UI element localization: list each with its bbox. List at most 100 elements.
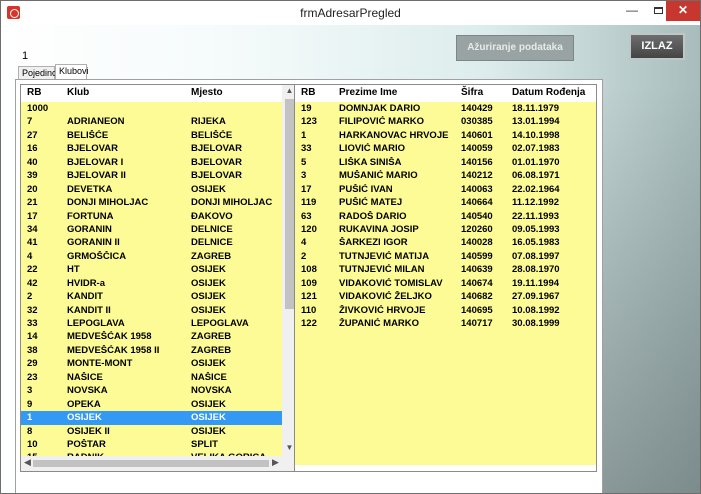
tab-pojedinci[interactable]: Pojedinci <box>18 66 59 79</box>
column-header-prezime-ime[interactable]: Prezime Ime <box>339 87 397 98</box>
table-row[interactable]: 1000 <box>21 102 296 116</box>
cell-klub: MONTE-MONT <box>67 358 133 370</box>
cell-mjesto: DONJI MIHOLJAC <box>191 197 273 209</box>
column-header-mjesto[interactable]: Mjesto <box>191 87 223 98</box>
table-row[interactable]: 8 OSIJEK II OSIJEK <box>21 424 296 438</box>
table-row[interactable]: 109 VIDAKOVIĆ TOMISLAV 140674 19.11.1994 <box>295 276 596 291</box>
title-bar: frmAdresarPregled — ✕ <box>1 1 700 25</box>
cell-klub: MEDVEŠĆAK 1958 <box>67 331 152 343</box>
scroll-right-icon[interactable]: ▶ <box>272 457 279 468</box>
table-row[interactable]: 2 TUTNJEVIĆ MATIJA 140599 07.08.1997 <box>295 249 596 264</box>
clubs-grid[interactable]: RB Klub Mjesto 1000 7 ADRIANEON RIJEKA 27 BEL… <box>20 84 297 472</box>
cell-prezime-ime: RUKAVINA JOSIP <box>339 223 419 235</box>
table-row[interactable]: 1 HARKANOVAC HRVOJE 140601 14.10.1998 <box>295 128 596 143</box>
cell-rb: 40 <box>27 156 38 168</box>
table-row[interactable]: 27 BELIŠĆE BELIŠĆE <box>21 128 296 143</box>
table-row[interactable]: 120 RUKAVINA JOSIP 120260 09.05.1993 <box>295 222 596 237</box>
table-row[interactable]: 121 VIDAKOVIĆ ŽELJKO 140682 27.09.1967 <box>295 290 596 304</box>
table-row[interactable]: 29 MONTE-MONT OSIJEK <box>21 357 296 371</box>
table-row[interactable]: 3 MUŠANIĆ MARIO 140212 06.08.1971 <box>295 169 596 183</box>
table-row[interactable]: 20 DEVETKA OSIJEK <box>21 182 296 197</box>
horizontal-scroll-thumb[interactable] <box>33 460 269 467</box>
table-row[interactable]: 16 BJELOVAR BJELOVAR <box>21 142 296 156</box>
table-row-empty <box>295 411 596 425</box>
column-header-rb[interactable]: RB <box>301 87 315 98</box>
table-row[interactable]: 34 GORANIN DELNICE <box>21 222 296 237</box>
background-shade <box>601 85 700 493</box>
table-row[interactable]: 42 HVIDR-a OSIJEK <box>21 276 296 291</box>
table-row[interactable]: 123 FILIPOVIĆ MARKO 030385 13.01.1994 <box>295 115 596 129</box>
table-row[interactable]: 2 KANDIT OSIJEK <box>21 290 296 304</box>
table-row[interactable]: 119 PUŠIĆ MATEJ 140664 11.12.1992 <box>295 196 596 210</box>
column-header-klub[interactable]: Klub <box>67 87 89 98</box>
cell-prezime-ime: FILIPOVIĆ MARKO <box>339 116 424 128</box>
cell-mjesto: OSIJEK <box>191 291 226 303</box>
cell-datum-rodenja: 10.08.1992 <box>512 304 560 316</box>
cell-rb: 27 <box>27 129 38 141</box>
table-row[interactable]: 110 ŽIVKOVIĆ HRVOJE 140695 10.08.1992 <box>295 303 596 317</box>
members-grid[interactable]: RB Prezime Ime Šifra Datum Rođenja 19 DOM… <box>294 84 597 472</box>
table-row[interactable]: 122 ŽUPANIĆ MARKO 140717 30.08.1999 <box>295 317 596 331</box>
cell-rb: 22 <box>27 264 38 276</box>
cell-rb: 33 <box>301 143 312 155</box>
cell-mjesto: ZAGREB <box>191 250 232 262</box>
table-row[interactable]: 22 HT OSIJEK <box>21 263 296 277</box>
table-row[interactable]: 33 LEPOGLAVA LEPOGLAVA <box>21 317 296 331</box>
cell-rb: 63 <box>301 210 312 222</box>
column-header-rb[interactable]: RB <box>27 87 63 98</box>
clubs-horizontal-scrollbar[interactable]: ◀ ▶ <box>21 456 282 471</box>
table-row[interactable]: 38 MEDVEŠĆAK 1958 II ZAGREB <box>21 343 296 358</box>
exit-button[interactable]: IZLAZ <box>629 33 685 60</box>
table-row[interactable]: 4 GRMOŠČICA ZAGREB <box>21 249 296 264</box>
close-button[interactable]: ✕ <box>666 1 700 21</box>
table-row[interactable]: 3 NOVSKA NOVSKA <box>21 384 296 398</box>
table-row[interactable]: 7 ADRIANEON RIJEKA <box>21 115 296 129</box>
cell-rb: 23 <box>27 371 38 383</box>
cell-rb: 5 <box>301 156 307 168</box>
table-row[interactable]: 17 PUŠIĆ IVAN 140063 22.02.1964 <box>295 182 596 197</box>
table-row[interactable]: 9 OPEKA OSIJEK <box>21 397 296 412</box>
table-row[interactable]: 19 DOMNJAK DARIO 140429 18.11.1979 <box>295 102 596 116</box>
column-header-datum-rodenja[interactable]: Datum Rođenja <box>512 87 585 98</box>
table-row[interactable]: 23 NAŠICE NAŠICE <box>21 370 296 385</box>
column-header-sifra[interactable]: Šifra <box>461 87 483 98</box>
cell-rb: 19 <box>301 103 312 114</box>
table-row[interactable]: 14 MEDVEŠĆAK 1958 ZAGREB <box>21 330 296 344</box>
tab-klubovi[interactable]: Klubovi <box>55 64 89 79</box>
table-row[interactable]: 40 BJELOVAR I BJELOVAR <box>21 155 296 170</box>
table-row[interactable]: 17 FORTUNA ĐAKOVO <box>21 209 296 223</box>
cell-datum-rodenja: 06.08.1971 <box>512 170 560 182</box>
minimize-icon: — <box>626 3 638 17</box>
table-row[interactable]: 10 POŠTAR SPLIT <box>21 437 296 452</box>
table-row[interactable]: 33 LIOVIĆ MARIO 140059 02.07.1983 <box>295 142 596 156</box>
table-row[interactable]: 1 OSIJEK OSIJEK <box>21 411 296 425</box>
cell-mjesto: ZAGREB <box>191 344 232 356</box>
minimize-button[interactable]: — <box>618 1 646 21</box>
cell-prezime-ime: MUŠANIĆ MARIO <box>339 170 418 182</box>
vertical-scroll-thumb[interactable] <box>285 99 294 309</box>
cell-klub: GRMOŠČICA <box>67 250 127 262</box>
cell-sifra: 120260 <box>461 223 493 235</box>
scroll-left-icon[interactable]: ◀ <box>24 457 31 468</box>
cell-sifra: 140156 <box>461 156 493 168</box>
table-row[interactable]: 63 RADOŠ DARIO 140540 22.11.1993 <box>295 209 596 223</box>
cell-datum-rodenja: 14.10.1998 <box>512 129 560 141</box>
cell-datum-rodenja: 16.05.1983 <box>512 237 560 249</box>
table-row[interactable]: 41 GORANIN II DELNICE <box>21 236 296 250</box>
cell-datum-rodenja: 18.11.1979 <box>512 103 560 114</box>
cell-rb: 41 <box>27 237 38 249</box>
table-row[interactable]: 21 DONJI MIHOLJAC DONJI MIHOLJAC <box>21 196 296 210</box>
cell-rb: 17 <box>301 183 312 195</box>
cell-prezime-ime: TUTNJEVIĆ MILAN <box>339 264 425 276</box>
table-row[interactable]: 32 KANDIT II OSIJEK <box>21 303 296 317</box>
table-row[interactable]: 4 ŠARKEZI IGOR 140028 16.05.1983 <box>295 236 596 250</box>
cell-klub: BJELOVAR I <box>67 156 124 168</box>
cell-prezime-ime: VIDAKOVIĆ ŽELJKO <box>339 291 432 303</box>
cell-mjesto: BJELOVAR <box>191 143 243 155</box>
cell-datum-rodenja: 28.08.1970 <box>512 264 560 276</box>
table-row[interactable]: 108 TUTNJEVIĆ MILAN 140639 28.08.1970 <box>295 263 596 277</box>
cell-datum-rodenja: 13.01.1994 <box>512 116 560 128</box>
table-row[interactable]: 39 BJELOVAR II BJELOVAR <box>21 169 296 183</box>
update-data-button[interactable]: Ažuriranje podataka <box>456 35 574 61</box>
table-row[interactable]: 5 LIŠKA SINIŠA 140156 01.01.1970 <box>295 155 596 170</box>
